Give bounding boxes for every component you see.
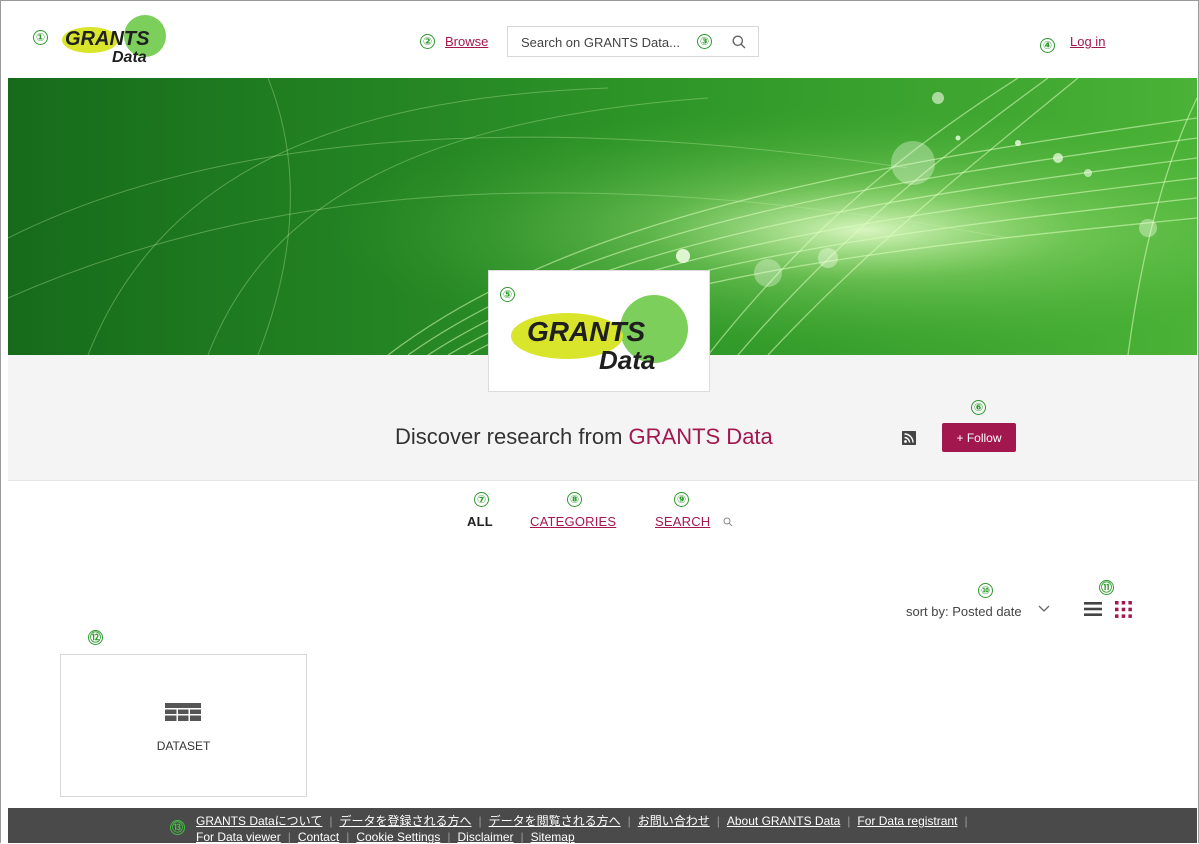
footer-separator: |: [964, 814, 968, 828]
search-box[interactable]: [507, 26, 759, 57]
footer-separator: |: [520, 830, 524, 844]
footer-link-cookie-settings[interactable]: Cookie Settings: [356, 830, 440, 844]
annotation-7: ⑦: [474, 492, 489, 507]
footer-separator: |: [447, 830, 451, 844]
footer-link-disclaimer[interactable]: Disclaimer: [457, 830, 513, 844]
grants-data-logo[interactable]: GRANTS Data: [60, 14, 170, 66]
tab-categories[interactable]: CATEGORIES: [530, 514, 616, 529]
organization-logo: GRANTS Data: [511, 295, 688, 375]
sort-dropdown[interactable]: sort by: Posted date: [906, 604, 1022, 619]
footer-separator: |: [847, 814, 851, 828]
footer: ⑬ GRANTS Dataについて | データを登録される方へ | データを閲覧される方…: [8, 808, 1197, 844]
footer-separator: |: [287, 830, 291, 844]
footer-row-1: GRANTS Dataについて | データを登録される方へ | データを閲覧される方へ |…: [196, 812, 975, 829]
annotation-13: ⑬: [170, 820, 185, 835]
annotation-11: ⑪: [1099, 580, 1114, 595]
rss-icon[interactable]: [902, 431, 916, 445]
page-title: Discover research from GRANTS Data: [395, 424, 773, 450]
org-logo-text-data: Data: [599, 345, 655, 375]
annotation-10: ⑩: [978, 583, 993, 598]
annotation-5: ⑤: [500, 287, 515, 302]
footer-link-about-ja[interactable]: GRANTS Dataについて: [196, 814, 322, 828]
footer-link-sitemap[interactable]: Sitemap: [531, 830, 575, 844]
search-icon[interactable]: [732, 35, 746, 49]
item-type-label: DATASET: [156, 739, 211, 753]
footer-separator: |: [627, 814, 631, 828]
footer-separator: |: [329, 814, 333, 828]
table-icon: [165, 703, 201, 721]
organization-logo-card: GRANTS Data: [488, 270, 710, 392]
chevron-down-icon[interactable]: [1038, 604, 1050, 614]
org-logo-text-grants: GRANTS: [527, 316, 646, 347]
footer-link-viewer-ja[interactable]: データを閲覧される方へ: [489, 814, 621, 828]
login-link[interactable]: Log in: [1070, 34, 1105, 49]
tab-search-icon: [723, 517, 733, 527]
footer-separator: |: [346, 830, 350, 844]
logo-text-grants: GRANTS: [65, 28, 150, 50]
footer-link-about[interactable]: About GRANTS Data: [727, 814, 840, 828]
page-title-prefix: Discover research from: [395, 424, 629, 449]
footer-separator: |: [716, 814, 720, 828]
footer-link-contact-ja[interactable]: お問い合わせ: [638, 814, 710, 828]
footer-link-registrant[interactable]: For Data registrant: [857, 814, 957, 828]
item-card[interactable]: DATASET: [60, 654, 307, 797]
list-view-icon[interactable]: [1084, 602, 1102, 616]
tab-all[interactable]: ALL: [467, 514, 493, 529]
annotation-2: ②: [420, 34, 435, 49]
tab-search[interactable]: SEARCH: [655, 514, 710, 529]
annotation-6: ⑥: [971, 400, 986, 415]
follow-button[interactable]: + Follow: [942, 423, 1016, 452]
page-title-brand: GRANTS Data: [628, 424, 773, 449]
annotation-4: ④: [1040, 38, 1055, 53]
logo-text-data: Data: [112, 49, 147, 66]
footer-link-registrant-ja[interactable]: データを登録される方へ: [339, 814, 471, 828]
search-input[interactable]: [519, 34, 703, 51]
footer-link-contact[interactable]: Contact: [298, 830, 339, 844]
annotation-1: ①: [33, 30, 48, 45]
annotation-12: ⑫: [88, 630, 103, 645]
footer-row-2: For Data viewer | Contact | Cookie Settings |…: [196, 830, 575, 844]
annotation-9: ⑨: [674, 492, 689, 507]
footer-link-viewer[interactable]: For Data viewer: [196, 830, 281, 844]
grid-view-icon[interactable]: [1115, 601, 1132, 618]
annotation-3: ③: [697, 34, 712, 49]
annotation-8: ⑧: [567, 492, 582, 507]
footer-separator: |: [478, 814, 482, 828]
browse-link[interactable]: Browse: [445, 34, 488, 49]
